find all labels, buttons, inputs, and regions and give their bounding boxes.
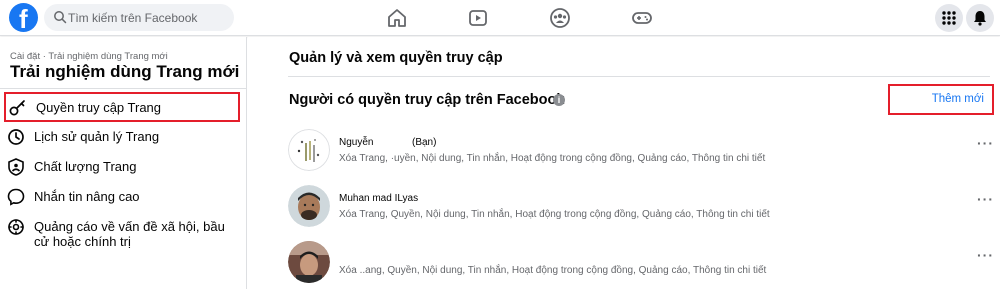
sidebar-divider: [0, 88, 246, 89]
settings-sidebar: Cài đặt · Trải nghiệm dùng Trang mới Trả…: [0, 37, 247, 289]
menu-grid-icon: [942, 11, 956, 25]
messenger-icon: [7, 188, 25, 206]
sidebar-item-page-history[interactable]: Lịch sử quản lý Trang: [6, 127, 238, 147]
notifications-bell-icon: [974, 11, 986, 26]
sidebar-item-label: Quảng cáo về vấn đề xã hội, bầu cử hoặc …: [34, 219, 225, 249]
more-options-icon[interactable]: ···: [977, 191, 994, 207]
menu-button[interactable]: [935, 4, 963, 32]
history-icon: [8, 129, 24, 145]
person-name: Nguyễn: [339, 137, 374, 148]
facebook-logo[interactable]: f: [9, 3, 38, 34]
search-box[interactable]: [44, 4, 234, 31]
search-input[interactable]: [68, 4, 228, 31]
sidebar-title: Trải nghiệm dùng Trang mới: [10, 62, 240, 81]
person-permissions: Xóa Trang, ·uyền, Nội dung, Tin nhắn, Ho…: [339, 153, 766, 164]
list-item: Nguyễn (Bạn) Xóa Trang, ·uyền, Nội dung,…: [288, 129, 994, 173]
groups-icon[interactable]: [549, 7, 571, 29]
main-content: Quản lý và xem quyền truy cập Người có q…: [248, 37, 1000, 289]
more-options-icon[interactable]: ···: [977, 247, 994, 263]
ad-gear-icon: [8, 219, 24, 235]
key-icon: [9, 100, 25, 116]
person-permissions: Xóa Trang, Quyền, Nội dung, Tin nhắn, Ho…: [339, 209, 770, 220]
sidebar-item-label: Lịch sử quản lý Trang: [34, 129, 160, 144]
gaming-icon[interactable]: [631, 7, 653, 29]
person-permissions: Xóa ..ang, Quyền, Nội dung, Tin nhắn, Ho…: [339, 265, 767, 276]
person-name: Muhan mad ILyas: [339, 193, 419, 204]
sidebar-item-political-ads[interactable]: Quảng cáo về vấn đề xã hội, bầu cử hoặc …: [6, 217, 238, 249]
sidebar-item-advanced-messaging[interactable]: Nhắn tin nâng cao: [6, 187, 238, 207]
sidebar-item-label: Quyền truy cập Trang: [36, 100, 162, 115]
home-icon[interactable]: [386, 7, 408, 29]
sidebar-item-label: Nhắn tin nâng cao: [34, 189, 140, 204]
facebook-logo-letter: f: [19, 4, 28, 34]
notifications-button[interactable]: [966, 4, 994, 32]
sidebar-item-label: Chất lượng Trang: [34, 159, 137, 174]
list-item: Xóa ..ang, Quyền, Nội dung, Tin nhắn, Ho…: [288, 241, 994, 285]
more-options-icon[interactable]: ···: [977, 135, 994, 151]
avatar[interactable]: [288, 129, 330, 171]
top-navigation-bar: f: [0, 0, 1000, 36]
shield-icon: [8, 158, 24, 176]
you-tag: (Bạn): [412, 137, 437, 148]
list-item: Muhan mad ILyas Xóa Trang, Quyền, Nội du…: [288, 185, 994, 229]
watch-icon[interactable]: [467, 7, 489, 29]
search-icon: [54, 11, 67, 24]
main-divider: [288, 76, 990, 77]
sidebar-item-page-quality[interactable]: Chất lượng Trang: [6, 157, 238, 177]
sidebar-item-page-access[interactable]: Quyền truy cập Trang: [4, 92, 240, 122]
info-icon[interactable]: i: [553, 94, 565, 106]
page-title: Quản lý và xem quyền truy cập: [289, 50, 503, 66]
breadcrumb[interactable]: Cài đặt · Trải nghiệm dùng Trang mới: [10, 51, 168, 62]
add-new-button[interactable]: Thêm mới: [888, 84, 994, 115]
avatar[interactable]: [288, 185, 330, 227]
section-title: Người có quyền truy cập trên Facebook: [289, 92, 565, 108]
avatar[interactable]: [288, 241, 330, 283]
